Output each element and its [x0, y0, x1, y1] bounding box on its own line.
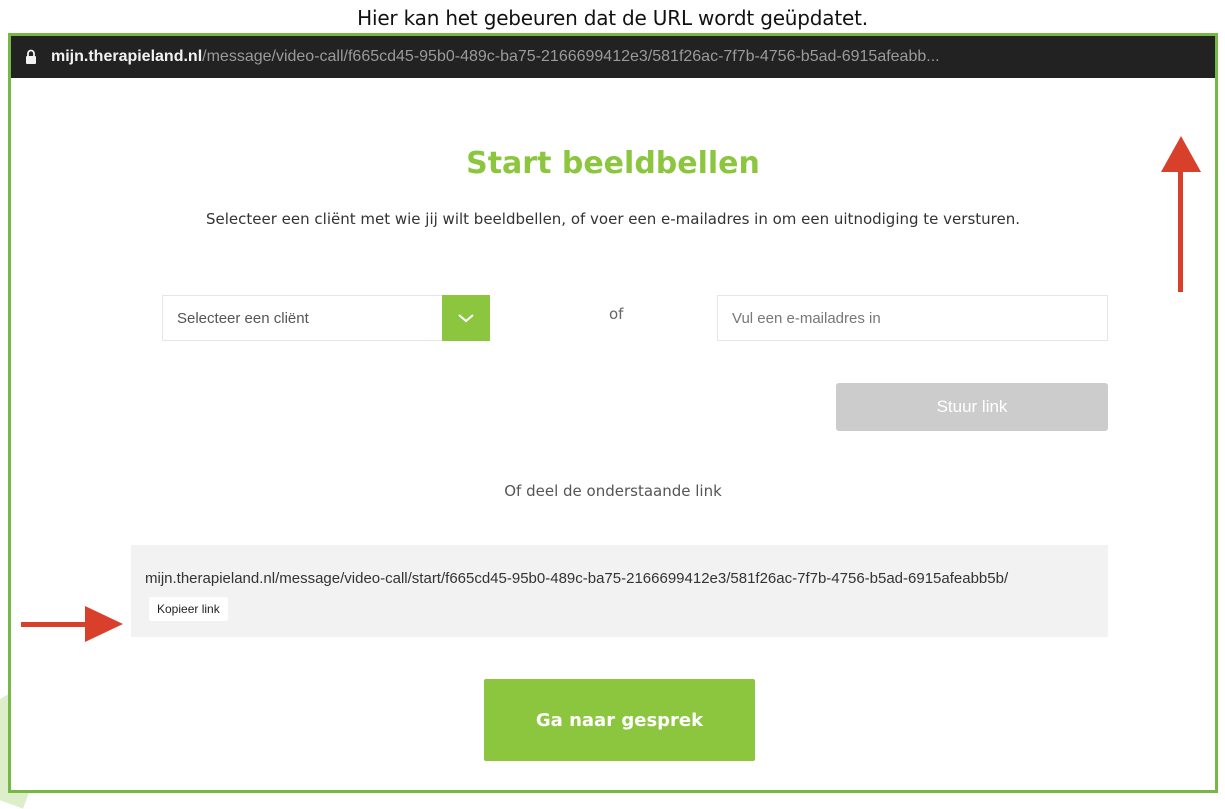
send-link-button[interactable]: Stuur link — [836, 383, 1108, 431]
share-label: Of deel de onderstaande link — [504, 482, 722, 500]
go-to-call-button[interactable]: Ga naar gesprek — [484, 679, 755, 761]
browser-url-bar[interactable]: mijn.therapieland.nl/message/video-call/… — [11, 36, 1215, 78]
lock-icon — [25, 47, 41, 67]
share-link-text: mijn.therapieland.nl/message/video-call/… — [145, 570, 1009, 587]
client-select[interactable]: Selecteer een cliënt — [162, 295, 490, 341]
share-link-box: mijn.therapieland.nl/message/video-call/… — [131, 545, 1108, 637]
url-host: mijn.therapieland.nl — [51, 48, 203, 65]
page-subtitle: Selecteer een cliënt met wie jij wilt be… — [206, 210, 1020, 228]
page-title: Start beeldbellen — [466, 146, 760, 181]
copy-link-button[interactable]: Kopieer link — [149, 597, 228, 622]
or-label: of — [609, 305, 624, 323]
email-field[interactable] — [717, 295, 1108, 341]
arrow-right-annotation — [21, 606, 123, 642]
chevron-down-icon[interactable] — [442, 295, 490, 341]
annotation-caption: Hier kan het gebeuren dat de URL wordt g… — [357, 6, 868, 30]
url-path: /message/video-call/f665cd45-95b0-489c-b… — [202, 48, 940, 65]
client-select-value: Selecteer een cliënt — [177, 310, 309, 327]
arrow-up-annotation — [1161, 136, 1201, 292]
screenshot-frame: mijn.therapieland.nl/message/video-call/… — [8, 33, 1218, 793]
